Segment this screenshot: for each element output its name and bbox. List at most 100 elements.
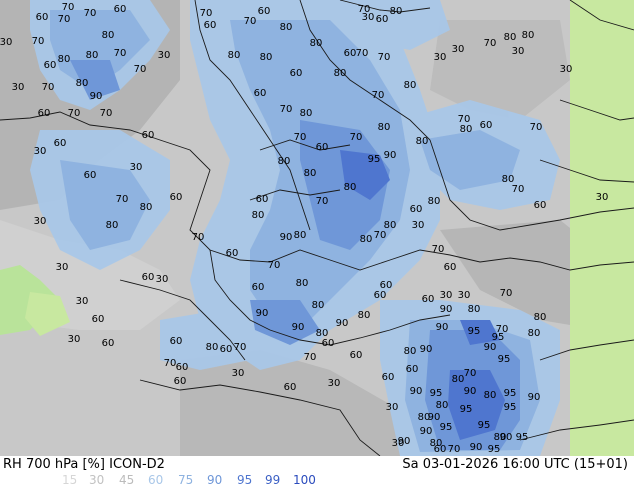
contour-label: 70 — [68, 108, 81, 119]
contour-label: 70 — [244, 16, 257, 27]
contour-label: 60 — [252, 282, 265, 293]
contour-label: 70 — [280, 104, 293, 115]
contour-label: 90 — [528, 392, 541, 403]
contour-label: 95 — [460, 404, 473, 415]
contour-label: 80 — [528, 328, 541, 339]
contour-label: 80 — [430, 438, 443, 449]
contour-label: 80 — [390, 6, 403, 17]
contour-label: 90 — [440, 304, 453, 315]
contour-label: 70 — [464, 368, 477, 379]
contour-label: 70 — [58, 14, 71, 25]
contour-label: 90 — [428, 412, 441, 423]
contour-label: 70 — [496, 324, 509, 335]
contour-label: 70 — [374, 230, 387, 241]
contour-label: 30 — [34, 216, 47, 227]
contour-label: 80 — [452, 374, 465, 385]
contour-label: 60 — [170, 192, 183, 203]
contour-label: 80 — [416, 136, 429, 147]
contour-label: 90 — [420, 344, 433, 355]
contour-label: 90 — [280, 232, 293, 243]
contour-label: 70 — [268, 260, 281, 271]
contour-label: 90 — [90, 91, 103, 102]
contour-label: 60 — [480, 120, 493, 131]
legend-value: 45 — [119, 473, 135, 487]
contour-label: 95 — [516, 432, 529, 443]
contour-label: 60 — [102, 338, 115, 349]
contour-label: 90 — [292, 322, 305, 333]
contour-label: 60 — [534, 200, 547, 211]
contour-label: 60 — [84, 170, 97, 181]
contour-label: 30 — [596, 192, 609, 203]
contour-label: 90 — [256, 308, 269, 319]
contour-label: 80 — [384, 220, 397, 231]
contour-label: 70 — [192, 232, 205, 243]
contour-label: 80 — [278, 156, 291, 167]
contour-label: 80 — [296, 278, 309, 289]
contour-label: 70 — [378, 52, 391, 63]
contour-label: 60 — [54, 138, 67, 149]
contour-label: 80 — [304, 168, 317, 179]
contour-label: 60 — [254, 88, 267, 99]
contour-label: 70 — [200, 8, 213, 19]
contour-label: 80 — [102, 30, 115, 41]
contour-label: 90 — [336, 318, 349, 329]
contour-label: 80 — [378, 122, 391, 133]
contour-label: 80 — [280, 22, 293, 33]
contour-label: 60 — [44, 60, 57, 71]
contour-label: 70 — [100, 108, 113, 119]
contour-label: 30 — [362, 12, 375, 23]
contour-label: 70 — [356, 48, 369, 59]
contour-label: 80 — [468, 304, 481, 315]
contour-label: 90 — [436, 322, 449, 333]
contour-label: 80 — [294, 230, 307, 241]
contour-label: 95 — [368, 154, 381, 165]
contour-label: 60 — [344, 48, 357, 59]
contour-label: 90 — [500, 432, 513, 443]
contour-label: 90 — [384, 150, 397, 161]
contour-label: 60 — [406, 364, 419, 375]
contour-label: 60 — [258, 6, 271, 17]
contour-label: 80 — [312, 300, 325, 311]
weather-map: 60707070 608030 706080 80 7030 70 8090703060 70… — [0, 0, 634, 456]
contour-label: 95 — [478, 420, 491, 431]
contour-label: 80 — [504, 32, 517, 43]
contour-label: 60 — [382, 372, 395, 383]
contour-label: 60 — [322, 338, 335, 349]
contour-label: 80 — [228, 50, 241, 61]
contour-label: 95 — [440, 422, 453, 433]
contour-label: 60 — [38, 108, 51, 119]
contour-label: 95 — [504, 402, 517, 413]
contour-label: 95 — [504, 388, 517, 399]
contour-label: 80 — [522, 30, 535, 41]
contour-label: 90 — [464, 386, 477, 397]
contour-label: 70 — [32, 36, 45, 47]
contour-label: 80 — [260, 52, 273, 63]
contour-label: 80 — [484, 390, 497, 401]
contour-label: 95 — [468, 326, 481, 337]
contour-label: 70 — [484, 38, 497, 49]
contour-label: 30 — [232, 368, 245, 379]
contour-label: 80 — [310, 38, 323, 49]
legend-value: 100 — [293, 473, 316, 487]
contour-label: 80 — [358, 310, 371, 321]
contour-label: 70 — [530, 122, 543, 133]
contour-label: 70 — [42, 82, 55, 93]
contour-label: 80 — [460, 124, 473, 135]
contour-label: 60 — [316, 142, 329, 153]
contour-label: 60 — [204, 20, 217, 31]
contour-label: 60 — [444, 262, 457, 273]
contour-label: 80 — [206, 342, 219, 353]
contour-label: 60 — [114, 4, 127, 15]
contour-label: 80 — [404, 346, 417, 357]
contour-label: 70 — [500, 288, 513, 299]
contour-label: 30 — [34, 146, 47, 157]
contour-label: 80 — [86, 50, 99, 61]
contour-label: 80 — [140, 202, 153, 213]
valid-time: Sa 03-01-2026 16:00 UTC (15+01) — [402, 457, 628, 472]
contour-label: 60 — [170, 336, 183, 347]
contour-label: 80 — [334, 68, 347, 79]
contour-label: 30 — [76, 296, 89, 307]
contour-label: 60 — [380, 280, 393, 291]
contour-label: 30 — [68, 334, 81, 345]
contour-label: 30 — [130, 162, 143, 173]
